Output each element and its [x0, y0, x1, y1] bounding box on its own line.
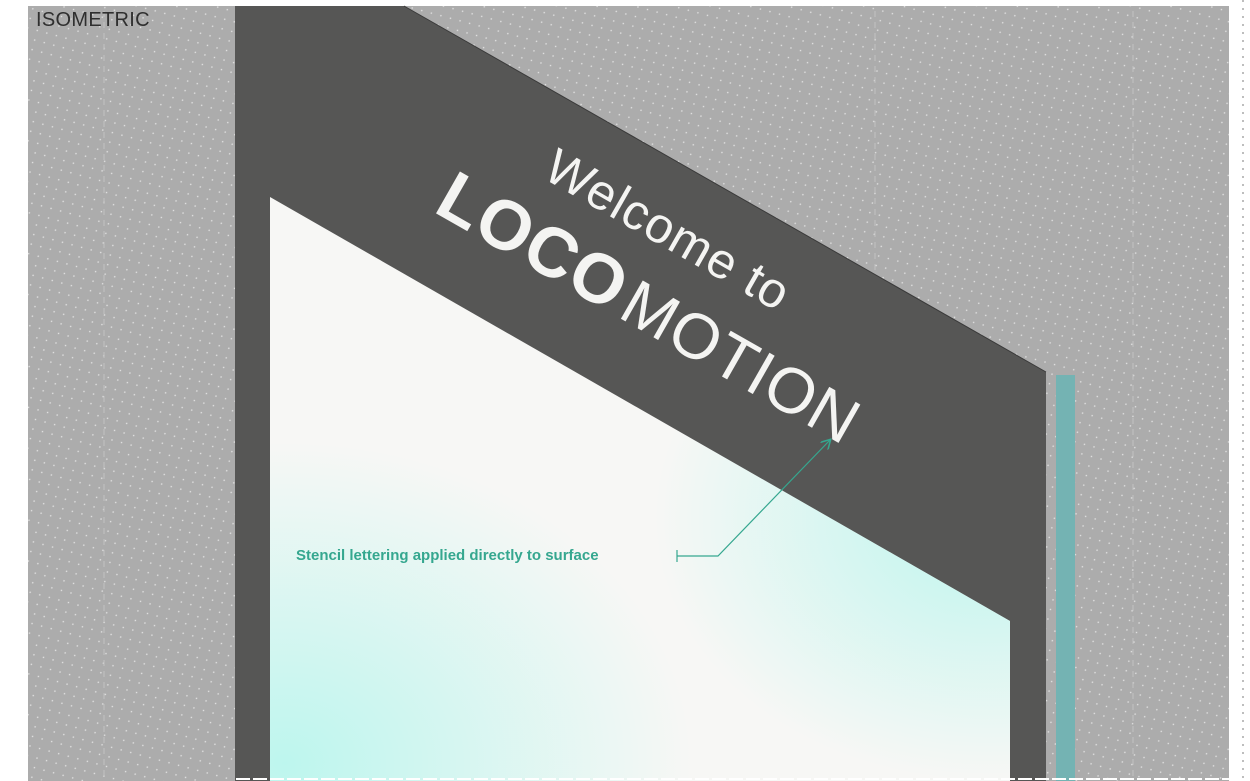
callout-text: Stencil lettering applied directly to su… — [296, 547, 599, 564]
edge-strip — [1056, 375, 1075, 781]
right-margin — [1229, 0, 1250, 781]
frame-top — [0, 0, 1229, 6]
isometric-drawing: Welcome to LOCOMOTION Stencil lettering … — [0, 0, 1250, 781]
view-title: ISOMETRIC — [36, 9, 150, 31]
frame-left — [0, 0, 28, 781]
